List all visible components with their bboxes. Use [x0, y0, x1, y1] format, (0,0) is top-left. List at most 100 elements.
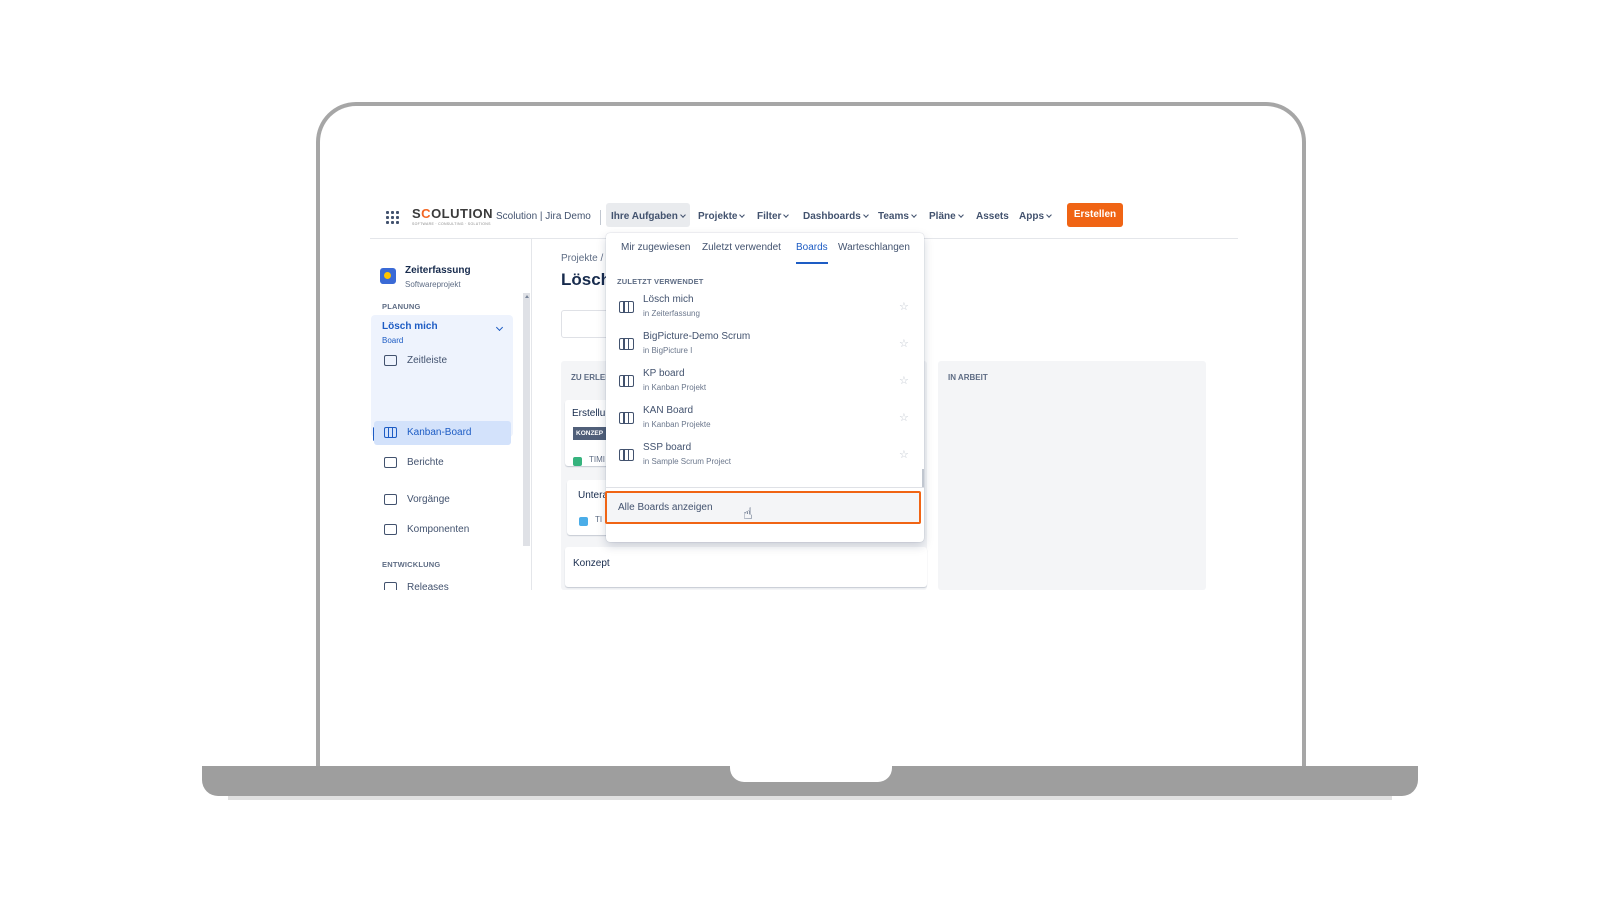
- laptop-notch: [730, 766, 892, 782]
- logo[interactable]: SCOLUTION SOFTWARE · CONSULTING · SOLUTI…: [412, 206, 493, 226]
- nav-your-work-label: Ihre Aufgaben: [611, 211, 678, 222]
- chevron-down-icon: [739, 212, 746, 218]
- site-name[interactable]: Scolution | Jira Demo: [496, 195, 591, 239]
- subtask-icon: [579, 517, 588, 526]
- column-in-progress: IN ARBEIT: [938, 361, 1206, 590]
- board-location: in Zeiterfassung: [643, 309, 700, 318]
- project-sidebar: Zeiterfassung Softwareprojekt PLANUNG Lö…: [370, 239, 532, 590]
- jira-screen: SCOLUTION SOFTWARE · CONSULTING · SOLUTI…: [370, 195, 1238, 590]
- sidebar-item-reports[interactable]: Berichte: [382, 451, 510, 475]
- board-name: Lösch mich: [643, 294, 694, 305]
- issue-key: TI: [595, 515, 603, 524]
- tab-queues[interactable]: Warteschlangen: [838, 242, 910, 264]
- scroll-up-icon[interactable]: [525, 295, 529, 298]
- star-icon[interactable]: ☆: [899, 337, 909, 350]
- board-name: KAN Board: [643, 405, 694, 416]
- nav-teams-label: Teams: [878, 211, 909, 222]
- sidebar-item-issues[interactable]: Vorgänge: [382, 488, 510, 512]
- star-icon[interactable]: ☆: [899, 374, 909, 387]
- recent-section-label: ZULETZT VERWENDET: [617, 277, 704, 286]
- reports-chart-icon: [384, 457, 397, 468]
- breadcrumb[interactable]: Projekte /: [561, 253, 603, 264]
- board-selector-type: Board: [382, 336, 404, 345]
- board-location: in Sample Scrum Project: [643, 457, 732, 466]
- story-icon: [573, 457, 582, 466]
- board-name: BigPicture-Demo Scrum: [643, 331, 751, 342]
- board-icon: [619, 375, 634, 387]
- column-title: IN ARBEIT: [948, 373, 988, 382]
- board-list-item[interactable]: KP board in Kanban Projekt ☆: [606, 365, 924, 402]
- chevron-down-icon: [680, 212, 686, 218]
- board-name: SSP board: [643, 442, 692, 453]
- nav-assets[interactable]: Assets: [976, 195, 1009, 239]
- chevron-down-icon: [911, 212, 917, 218]
- board-icon: [619, 449, 634, 461]
- components-icon: [384, 524, 397, 535]
- issue-key: TIMI: [589, 455, 605, 464]
- sidebar-item-label: Vorgänge: [407, 494, 450, 505]
- board-location: in Kanban Projekte: [643, 420, 711, 429]
- create-button[interactable]: Erstellen: [1067, 203, 1123, 227]
- app-switcher-icon[interactable]: [386, 211, 399, 224]
- board-icon: [619, 338, 634, 350]
- board-list-item[interactable]: BigPicture-Demo Scrum in BigPicture I ☆: [606, 328, 924, 365]
- board-list-item[interactable]: KAN Board in Kanban Projekte ☆: [606, 402, 924, 439]
- sidebar-item-timeline[interactable]: Zeitleiste: [382, 349, 510, 373]
- nav-apps-label: Apps: [1019, 211, 1044, 222]
- page-title: Lösch: [561, 270, 612, 289]
- tab-boards[interactable]: Boards: [796, 242, 828, 264]
- nav-projects-label: Projekte: [698, 211, 738, 222]
- tab-recent[interactable]: Zuletzt verwendet: [702, 242, 781, 264]
- chevron-down-icon: [862, 212, 869, 218]
- nav-plans[interactable]: Pläne: [929, 195, 964, 239]
- board-list-item[interactable]: Lösch mich in Zeiterfassung ☆: [606, 291, 924, 328]
- board-list-item[interactable]: SSP board in Sample Scrum Project ☆: [606, 439, 924, 476]
- releases-ship-icon: [384, 582, 397, 590]
- project-type: Softwareprojekt: [405, 280, 461, 289]
- timeline-icon: [384, 355, 397, 366]
- project-name[interactable]: Zeiterfassung: [405, 265, 471, 276]
- project-avatar-icon: [380, 268, 396, 284]
- sidebar-item-label: Zeitleiste: [407, 355, 448, 366]
- board-selector-name[interactable]: Lösch mich: [382, 321, 438, 332]
- logo-subtitle: SOFTWARE · CONSULTING · SOLUTIONS: [412, 222, 491, 226]
- sidebar-scrollbar[interactable]: [523, 293, 530, 546]
- sidebar-item-label: Komponenten: [407, 524, 470, 535]
- dropdown-scrollbar[interactable]: [922, 469, 924, 487]
- logo-text: SCOLUTION: [412, 206, 494, 221]
- laptop-base-shadow: [228, 796, 1392, 800]
- view-all-boards-button[interactable]: Alle Boards anzeigen ☝: [605, 491, 921, 524]
- board-location: in BigPicture I: [643, 346, 693, 355]
- nav-filter-label: Filter: [757, 211, 782, 222]
- star-icon[interactable]: ☆: [899, 411, 909, 424]
- issues-icon: [384, 494, 397, 505]
- hand-pointer-icon: ☝: [743, 506, 753, 523]
- planning-group: [371, 315, 513, 437]
- star-icon[interactable]: ☆: [899, 448, 909, 461]
- sidebar-item-label: Releases: [407, 582, 449, 590]
- chevron-down-icon: [1046, 212, 1052, 218]
- issue-card-title: Untera: [578, 490, 609, 501]
- your-work-dropdown: Mir zugewiesen Zuletzt verwendet Boards …: [605, 233, 924, 542]
- column-title: ZU ERLED: [571, 373, 611, 382]
- view-all-boards-label: Alle Boards anzeigen: [618, 502, 713, 513]
- nav-dashboards-label: Dashboards: [803, 211, 861, 222]
- sidebar-item-label: Berichte: [407, 457, 444, 468]
- nav-apps[interactable]: Apps: [1019, 195, 1052, 239]
- star-icon[interactable]: ☆: [899, 300, 909, 313]
- chevron-down-icon: [957, 212, 964, 218]
- chevron-down-icon: [783, 212, 790, 218]
- board-icon: [619, 301, 634, 313]
- nav-separator: [600, 210, 601, 225]
- issue-card-title: Konzept: [573, 558, 610, 569]
- board-icon: [384, 427, 397, 438]
- sidebar-item-components[interactable]: Komponenten: [382, 518, 510, 542]
- tab-assigned-to-me[interactable]: Mir zugewiesen: [621, 242, 690, 264]
- sidebar-item-label: Kanban-Board: [407, 427, 472, 438]
- issue-card[interactable]: Konzept: [565, 547, 927, 587]
- planning-section-label: PLANUNG: [382, 302, 421, 311]
- board-name: KP board: [643, 368, 685, 379]
- dropdown-divider: [606, 487, 924, 488]
- sidebar-item-kanban-board[interactable]: Kanban-Board: [374, 421, 511, 445]
- sidebar-item-releases[interactable]: Releases: [382, 576, 510, 590]
